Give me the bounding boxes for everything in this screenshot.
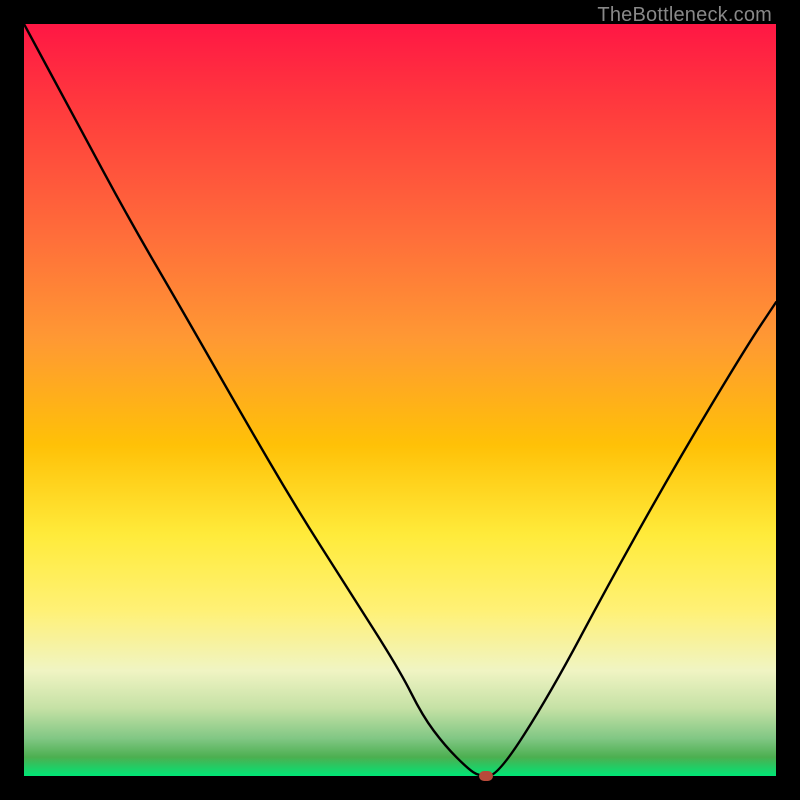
plot-area [24, 24, 776, 776]
minimum-marker [479, 771, 493, 781]
bottleneck-curve [24, 24, 776, 776]
bottleneck-chart: TheBottleneck.com [0, 0, 800, 800]
attribution-text: TheBottleneck.com [597, 4, 772, 27]
